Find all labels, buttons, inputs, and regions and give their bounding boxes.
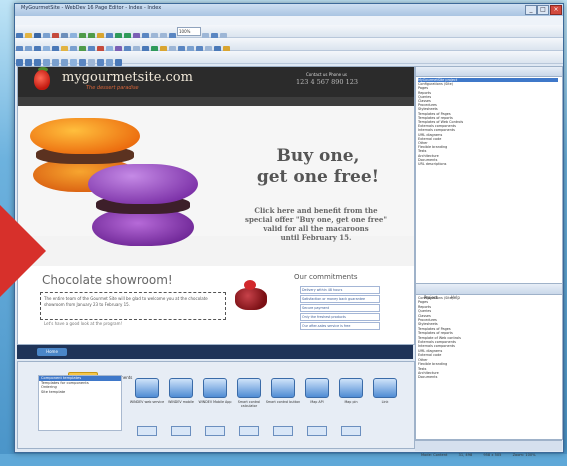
bold-icon[interactable]: [16, 59, 23, 66]
zoom-dropdown[interactable]: 100%: [177, 27, 201, 36]
toolbar-3: [15, 51, 563, 66]
mobile-app-icon: [203, 378, 227, 398]
components-tabs: Controls Templates Components: [38, 364, 410, 383]
cherry-cake-image: [235, 278, 267, 314]
commitment-item: Our after-sales service is free: [300, 322, 380, 330]
promo-text-line-2: special offer "Buy one, get one free": [245, 215, 387, 224]
tab-home[interactable]: Home: [37, 348, 67, 356]
component-thumbnail[interactable]: [332, 426, 370, 466]
promo-text-line-1: Click here and benefit from the: [254, 206, 378, 215]
showroom-link[interactable]: Let's have a good look at the program!: [44, 321, 122, 326]
component-item[interactable]: Smart control calculator: [230, 378, 268, 418]
underline-icon[interactable]: [34, 59, 41, 66]
anchor-icon[interactable]: [88, 59, 95, 66]
red-arrow-icon: [0, 205, 46, 297]
project-tree[interactable]: MyGourmetSite project Configurations (Si…: [418, 78, 558, 166]
toolbar-1: 100%: [15, 25, 563, 40]
project-tree-2[interactable]: Configurations (Site) Pages Reports Quer…: [418, 296, 558, 380]
component-thumbnail[interactable]: [230, 426, 268, 466]
commitment-item: Secure payment: [300, 304, 380, 312]
close-button[interactable]: ×: [550, 5, 562, 15]
panel-tab-bar: Project Help: [416, 283, 562, 300]
component-thumbnail[interactable]: [298, 426, 336, 466]
component-item[interactable]: WINDEV web service: [128, 378, 166, 418]
map-pin-icon: [339, 378, 363, 398]
toolbar-2: [15, 38, 563, 53]
site-tagline: The dessert paradise: [86, 85, 139, 91]
page-editor[interactable]: mygourmetsite.com The dessert paradise C…: [17, 66, 415, 345]
font-color-icon[interactable]: [70, 59, 77, 66]
purple-macaroon-image: [88, 164, 198, 256]
strawberry-logo-icon: [34, 70, 50, 90]
component-thumbnail[interactable]: [264, 426, 302, 466]
italic-icon[interactable]: [25, 59, 32, 66]
maximize-button[interactable]: □: [537, 5, 549, 15]
web-service-icon: [135, 378, 159, 398]
window-title: MyGourmetSite - WebDev 16 Page Editor - …: [21, 5, 162, 11]
component-thumbnail[interactable]: [128, 426, 166, 466]
smart-button-icon: [271, 378, 295, 398]
component-item[interactable]: Smart control button: [264, 378, 302, 418]
promo-text[interactable]: Click here and benefit from the special …: [216, 206, 414, 242]
ungroup-icon[interactable]: [115, 59, 122, 66]
align-center-icon[interactable]: [52, 59, 59, 66]
align-left-icon[interactable]: [43, 59, 50, 66]
phone-number: 123 4 567 890 123: [296, 78, 359, 86]
promo-text-line-3: valid for all the macaroons: [263, 224, 369, 233]
calculator-icon: [237, 378, 261, 398]
menu-bar: File Edit Project Workshop Automatic tas…: [15, 16, 563, 33]
component-item[interactable]: WINDEV mobile: [162, 378, 200, 418]
title-bar: MyGourmetSite - WebDev 16 Page Editor - …: [15, 4, 563, 16]
border-icon[interactable]: [79, 59, 86, 66]
hero-banner[interactable]: Buy one, get one free! Click here and be…: [18, 106, 414, 246]
status-bar: Mode: Content 31, 498 958 x 505 Zoom: 10…: [415, 440, 562, 457]
site-header: mygourmetsite.com The dessert paradise C…: [18, 67, 414, 97]
component-item[interactable]: Link: [366, 378, 404, 418]
component-item[interactable]: WINDEV Mobile App: [196, 378, 234, 418]
component-item[interactable]: Map pin: [332, 378, 370, 418]
commitment-item: Only the freshest products: [300, 313, 380, 321]
minimize-button[interactable]: _: [525, 5, 537, 15]
map-api-icon: [305, 378, 329, 398]
promo-text-line-4: until February 15.: [280, 233, 352, 242]
group-icon[interactable]: [106, 59, 113, 66]
tree-item[interactable]: Documents: [418, 375, 558, 379]
commitments-table[interactable]: Delivery within 48 hours Satisfaction or…: [300, 286, 380, 331]
project-explorer-header: [416, 67, 562, 77]
site-logo[interactable]: mygourmetsite.com: [62, 70, 193, 85]
component-thumbnail[interactable]: [196, 426, 234, 466]
promo-headline-line-2: get one free!: [256, 167, 380, 187]
promo-headline-line-1: Buy one,: [276, 146, 360, 166]
link-icon: [373, 378, 397, 398]
component-thumbnail[interactable]: [162, 426, 200, 466]
showroom-text[interactable]: The entire team of the Gourmet Site will…: [44, 296, 220, 308]
commitment-item: Delivery within 48 hours: [300, 286, 380, 294]
mobile-icon: [169, 378, 193, 398]
showroom-section: Chocolate showroom! The entire team of t…: [18, 266, 414, 344]
contact-label[interactable]: Contact us Phone us: [306, 72, 347, 77]
showroom-heading[interactable]: Chocolate showroom!: [42, 273, 173, 287]
components-panel: Controls Templates Components Component …: [17, 361, 415, 449]
component-item[interactable]: Map API: [298, 378, 336, 418]
commitment-item: Satisfaction or money back guarantee: [300, 295, 380, 303]
commitments-heading[interactable]: Our commitments: [294, 273, 357, 281]
app-window: MyGourmetSite - WebDev 16 Page Editor - …: [14, 3, 564, 457]
promo-headline[interactable]: Buy one, get one free!: [228, 146, 408, 188]
component-gallery: WINDEV web service WINDEV mobile WINDEV …: [128, 378, 398, 444]
page-tab-bar: Home: [17, 345, 413, 359]
site-nav: HOME OUR DESSERTS OUR DESSERTS PLURIBUS …: [18, 97, 414, 113]
project-explorer-panel: MyGourmetSite project Configurations (Si…: [415, 66, 563, 440]
tree-item[interactable]: URL descriptions: [418, 162, 558, 166]
template-category-list[interactable]: Component templates Templates for compon…: [38, 375, 122, 431]
list-item[interactable]: Site template: [39, 390, 121, 395]
align-right-icon[interactable]: [61, 59, 68, 66]
tab-order-icon[interactable]: [97, 59, 104, 66]
